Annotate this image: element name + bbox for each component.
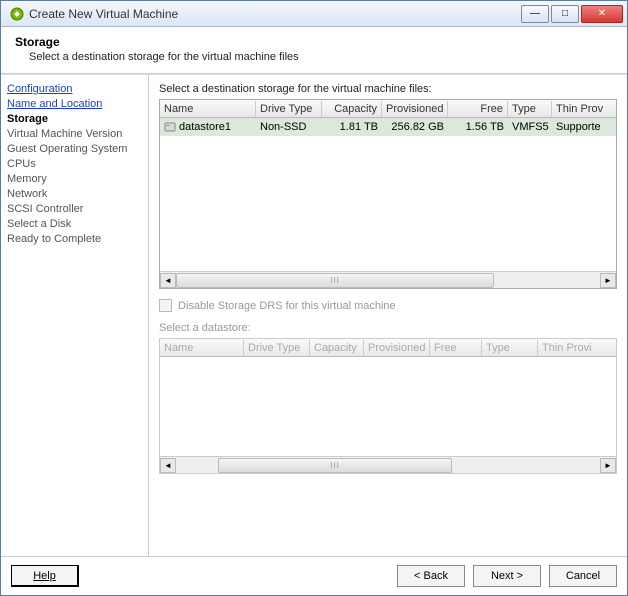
next-button[interactable]: Next > xyxy=(473,565,541,587)
app-icon xyxy=(9,6,25,22)
window-title: Create New Virtual Machine xyxy=(29,7,521,21)
wizard-steps-sidebar: Configuration Name and Location Storage … xyxy=(1,75,149,556)
scroll-thumb: III xyxy=(218,458,451,473)
col2-type: Type xyxy=(482,340,538,356)
scroll-track: III xyxy=(176,458,600,473)
col2-name: Name xyxy=(160,340,244,356)
table-header-row: Name Drive Type Capacity Provisioned Fre… xyxy=(160,100,616,118)
sidebar-item-name-location[interactable]: Name and Location xyxy=(7,98,142,110)
cancel-button[interactable]: Cancel xyxy=(549,565,617,587)
disable-drs-checkbox xyxy=(159,299,172,312)
col2-provisioned: Provisioned xyxy=(364,340,430,356)
maximize-button[interactable]: □ xyxy=(551,5,579,23)
page-title: Storage xyxy=(15,35,613,49)
horizontal-scrollbar[interactable]: ◄ III ► xyxy=(160,271,616,288)
sidebar-item-select-disk: Select a Disk xyxy=(7,218,142,230)
page-subtitle: Select a destination storage for the vir… xyxy=(29,51,613,63)
col2-free: Free xyxy=(430,340,482,356)
help-button[interactable]: Help xyxy=(11,565,79,587)
sidebar-item-storage: Storage xyxy=(7,113,142,125)
sidebar-item-guest-os: Guest Operating System xyxy=(7,143,142,155)
scroll-right-icon: ► xyxy=(600,458,616,473)
table-row[interactable]: datastore1 Non-SSD 1.81 TB 256.82 GB 1.5… xyxy=(160,118,616,136)
back-button[interactable]: < Back xyxy=(397,565,465,587)
col-name[interactable]: Name xyxy=(160,101,256,117)
col-type[interactable]: Type xyxy=(508,101,552,117)
sidebar-item-ready: Ready to Complete xyxy=(7,233,142,245)
col-thin[interactable]: Thin Prov xyxy=(552,101,616,117)
help-label: Help xyxy=(33,570,56,582)
body: Configuration Name and Location Storage … xyxy=(1,74,627,556)
window-buttons: — □ ✕ xyxy=(521,5,623,23)
cancel-label: Cancel xyxy=(566,570,600,582)
header-panel: Storage Select a destination storage for… xyxy=(1,27,627,74)
cell-thin: Supporte xyxy=(552,119,616,135)
select-datastore-label: Select a datastore: xyxy=(159,322,617,334)
sidebar-item-scsi: SCSI Controller xyxy=(7,203,142,215)
disable-drs-label: Disable Storage DRS for this virtual mac… xyxy=(178,300,396,312)
sidebar-item-configuration[interactable]: Configuration xyxy=(7,83,142,95)
cell-drive-type: Non-SSD xyxy=(256,119,322,135)
col2-capacity: Capacity xyxy=(310,340,364,356)
disable-drs-row: Disable Storage DRS for this virtual mac… xyxy=(159,299,617,312)
sidebar-item-network: Network xyxy=(7,188,142,200)
scroll-track[interactable]: III xyxy=(176,273,600,288)
table2-header-row: Name Drive Type Capacity Provisioned Fre… xyxy=(160,339,616,357)
cell-free: 1.56 TB xyxy=(448,119,508,135)
footer: Help < Back Next > Cancel xyxy=(1,556,627,595)
cell-type: VMFS5 xyxy=(508,119,552,135)
horizontal-scrollbar-2: ◄ III ► xyxy=(160,456,616,473)
datastore-table[interactable]: Name Drive Type Capacity Provisioned Fre… xyxy=(159,99,617,289)
datastore-icon xyxy=(164,121,176,133)
datastore-table-secondary: Name Drive Type Capacity Provisioned Fre… xyxy=(159,338,617,474)
back-label: < Back xyxy=(414,570,448,582)
col-capacity[interactable]: Capacity xyxy=(322,101,382,117)
col-provisioned[interactable]: Provisioned xyxy=(382,101,448,117)
col2-thin: Thin Provi xyxy=(538,340,616,356)
instruction-text: Select a destination storage for the vir… xyxy=(159,83,617,95)
sidebar-item-cpus: CPUs xyxy=(7,158,142,170)
next-label: Next > xyxy=(491,570,523,582)
scroll-left-icon[interactable]: ◄ xyxy=(160,273,176,288)
scroll-right-icon[interactable]: ► xyxy=(600,273,616,288)
col-drive-type[interactable]: Drive Type xyxy=(256,101,322,117)
wizard-window: Create New Virtual Machine — □ ✕ Storage… xyxy=(0,0,628,596)
cell-capacity: 1.81 TB xyxy=(322,119,382,135)
cell-provisioned: 256.82 GB xyxy=(382,119,448,135)
col-free[interactable]: Free xyxy=(448,101,508,117)
cell-name: datastore1 xyxy=(160,119,256,135)
minimize-button[interactable]: — xyxy=(521,5,549,23)
close-button[interactable]: ✕ xyxy=(581,5,623,23)
col2-drive-type: Drive Type xyxy=(244,340,310,356)
cell-name-text: datastore1 xyxy=(179,121,231,133)
scroll-thumb[interactable]: III xyxy=(176,273,494,288)
scroll-left-icon: ◄ xyxy=(160,458,176,473)
sidebar-item-vm-version: Virtual Machine Version xyxy=(7,128,142,140)
sidebar-item-memory: Memory xyxy=(7,173,142,185)
titlebar[interactable]: Create New Virtual Machine — □ ✕ xyxy=(1,1,627,27)
main-panel: Select a destination storage for the vir… xyxy=(149,75,627,556)
